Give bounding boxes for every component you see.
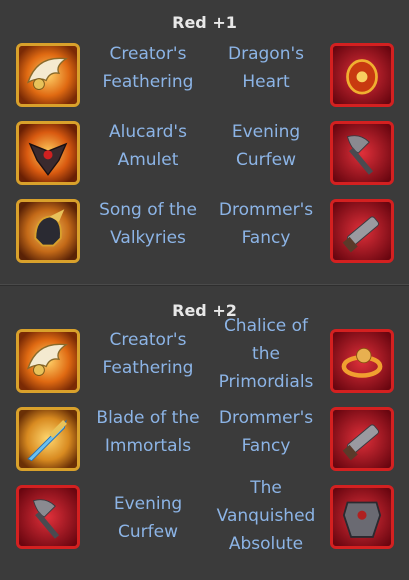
item-name-left: Blade of the Immortals xyxy=(96,408,200,456)
winged-emblem-icon[interactable] xyxy=(16,329,80,393)
item-row: Creator's Feathering Chalice of the Prim… xyxy=(0,316,409,400)
item-name-right: Evening Curfew xyxy=(231,122,301,170)
section-title: Red +1 xyxy=(172,13,237,32)
item-name-right: Drommer's Fancy xyxy=(218,200,314,248)
item-name-left: Song of the Valkyries xyxy=(99,200,197,248)
item-row: Song of the Valkyries Drommer's Fancy xyxy=(0,192,409,270)
section-red-plus-1: Red +1 Creator's Feathering Dragon's Hea… xyxy=(0,0,409,270)
item-name-right: Chalice of the Primordials xyxy=(218,316,314,392)
item-name-right: Dragon's Heart xyxy=(228,44,304,92)
section-red-plus-2: Red +2 Creator's Feathering Chalice of t… xyxy=(0,286,409,556)
winged-emblem-icon[interactable] xyxy=(16,43,80,107)
dragon-heart-icon[interactable] xyxy=(330,43,394,107)
hand-cannon-icon[interactable] xyxy=(330,407,394,471)
item-name-right: Drommer's Fancy xyxy=(218,408,314,456)
section-title: Red +2 xyxy=(172,301,237,320)
war-axe-icon[interactable] xyxy=(330,121,394,185)
item-row: Alucard's Amulet Evening Curfew xyxy=(0,114,409,192)
item-name-left: Alucard's Amulet xyxy=(109,122,187,170)
valkyrie-helmet-icon[interactable] xyxy=(16,199,80,263)
item-row: Blade of the Immortals Drommer's Fancy xyxy=(0,400,409,478)
glowing-sword-icon[interactable] xyxy=(16,407,80,471)
item-name-left: Creator's Feathering xyxy=(102,44,194,92)
item-name-right: The Vanquished Absolute xyxy=(216,478,316,554)
hand-cannon-icon[interactable] xyxy=(330,199,394,263)
item-row: Evening Curfew The Vanquished Absolute xyxy=(0,478,409,556)
amulet-icon[interactable] xyxy=(16,121,80,185)
item-name-left: Creator's Feathering xyxy=(102,330,194,378)
item-name-left: Evening Curfew xyxy=(113,494,183,542)
skull-ring-icon[interactable] xyxy=(330,329,394,393)
item-row: Creator's Feathering Dragon's Heart xyxy=(0,36,409,114)
armor-icon[interactable] xyxy=(330,485,394,549)
war-axe-icon[interactable] xyxy=(16,485,80,549)
